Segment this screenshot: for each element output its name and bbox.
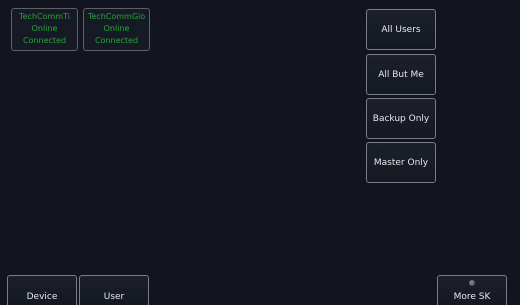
all-but-me-button[interactable]: All But Me [366,54,436,95]
device-status: Online [103,24,130,33]
master-only-button[interactable]: Master Only [366,142,436,183]
screen: TechCommTi Online Connected TechCommGio … [0,0,520,305]
device-softkey[interactable]: Device [7,275,77,305]
backup-only-button[interactable]: Backup Only [366,98,436,139]
device-connection: Connected [22,36,67,45]
indicator-dot-icon [469,280,475,286]
device-tile-techcommgio[interactable]: TechCommGio Online Connected [83,8,150,51]
all-users-button[interactable]: All Users [366,9,436,50]
device-connection: Connected [94,36,139,45]
device-softkey-label: Device [26,292,58,302]
more-softkeys-label: More SK [453,292,491,302]
more-softkeys-button[interactable]: More SK [437,275,507,305]
user-softkey[interactable]: User [79,275,149,305]
master-only-label: Master Only [373,157,429,168]
device-name: TechCommGio [87,12,146,21]
all-users-label: All Users [381,24,421,35]
device-status: Online [31,24,58,33]
all-but-me-label: All But Me [378,69,424,80]
device-name: TechCommTi [19,12,70,21]
device-tile-techcommti[interactable]: TechCommTi Online Connected [11,8,78,51]
user-softkey-label: User [103,292,125,302]
backup-only-label: Backup Only [372,113,430,124]
